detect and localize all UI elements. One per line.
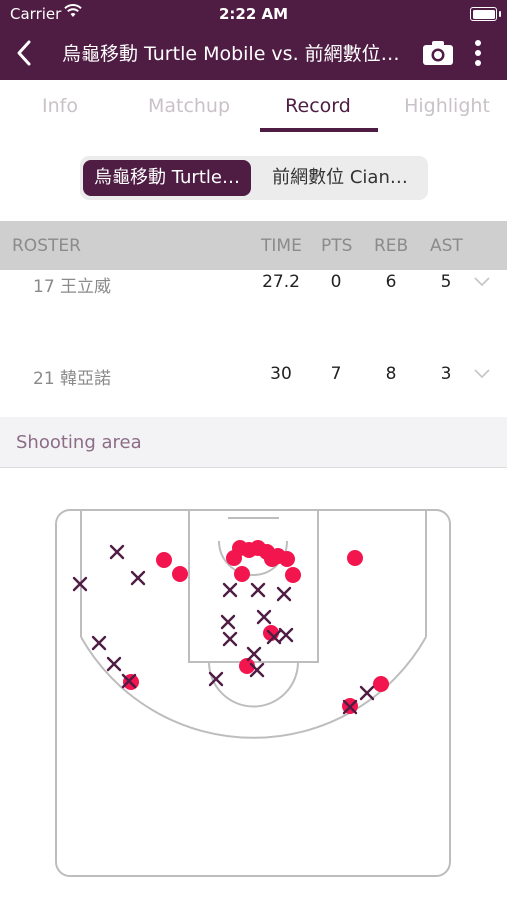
missed-shot-marker (220, 614, 236, 630)
page-title: 烏龜移動 Turtle Mobile vs. 前網數位… (62, 43, 400, 65)
tab-info[interactable]: Info (0, 95, 120, 117)
back-chevron-icon[interactable] (10, 38, 40, 68)
app-header: Carrier 2:22 AM 烏龜移動 Turtle Mobile vs. 前… (0, 0, 507, 80)
tab-active-indicator (260, 128, 378, 132)
status-time: 2:22 AM (218, 5, 289, 23)
team-segment-control: 烏龜移動 Turtle… 前網數位 Cian… (80, 156, 428, 200)
player-name: 17 王立威 (33, 277, 112, 297)
made-shot-marker (264, 551, 280, 567)
battery-icon (470, 7, 501, 21)
team-segment-home[interactable]: 烏龜移動 Turtle… (83, 160, 251, 196)
made-shot-marker (172, 566, 188, 582)
missed-shot-marker (130, 570, 146, 586)
tab-matchup[interactable]: Matchup (129, 95, 249, 117)
status-bar: Carrier 2:22 AM (0, 0, 507, 28)
missed-shot-marker (246, 646, 262, 662)
missed-shot-marker (91, 635, 107, 651)
missed-shot-marker (276, 586, 292, 602)
player-time: 30 (270, 364, 292, 384)
made-shot-marker (373, 676, 389, 692)
roster-col-time: TIME (261, 236, 302, 256)
missed-shot-marker (109, 544, 125, 560)
shooting-area-title: Shooting area (16, 432, 142, 453)
missed-shot-marker (250, 582, 266, 598)
missed-shot-marker (256, 609, 272, 625)
chevron-down-icon[interactable] (473, 364, 491, 384)
player-ast: 3 (440, 364, 452, 384)
roster-col-reb: REB (374, 236, 409, 256)
player-reb: 6 (385, 272, 397, 292)
made-shot-marker (234, 566, 250, 582)
made-shot-marker (226, 550, 242, 566)
missed-shot-marker (106, 656, 122, 672)
nav-bar: 烏龜移動 Turtle Mobile vs. 前網數位… (0, 28, 507, 80)
made-shot-marker (285, 567, 301, 583)
roster-row[interactable]: 17 王立威 27.2 0 6 5 (0, 272, 507, 312)
camera-icon[interactable] (421, 39, 455, 67)
team-segment-away[interactable]: 前網數位 Cian… (256, 160, 424, 196)
made-shot-marker (156, 552, 172, 568)
roster-col-pts: PTS (321, 236, 353, 256)
roster-row[interactable]: 21 韓亞諾 30 7 8 3 (0, 364, 507, 404)
more-vertical-icon[interactable] (470, 38, 486, 68)
made-shot-marker (279, 551, 295, 567)
chevron-down-icon[interactable] (473, 272, 491, 292)
player-pts: 0 (330, 272, 342, 292)
roster-col-ast: AST (430, 236, 463, 256)
tab-highlight[interactable]: Highlight (387, 95, 507, 117)
shooting-area-section: Shooting area (0, 417, 507, 468)
player-pts: 7 (330, 364, 342, 384)
missed-shot-marker (222, 631, 238, 647)
tab-record[interactable]: Record (258, 95, 378, 117)
tab-bar: Info Matchup Record Highlight (0, 80, 507, 135)
player-ast: 5 (440, 272, 452, 292)
roster-col-roster: ROSTER (12, 236, 81, 256)
player-time: 27.2 (262, 272, 300, 292)
player-reb: 8 (385, 364, 397, 384)
roster-header: ROSTER TIME PTS REB AST (0, 221, 507, 270)
shot-chart (55, 509, 451, 877)
court-lines (55, 509, 451, 877)
missed-shot-marker (222, 582, 238, 598)
player-name: 21 韓亞諾 (33, 369, 112, 389)
missed-shot-marker (278, 627, 294, 643)
made-shot-marker (347, 550, 363, 566)
missed-shot-marker (359, 685, 375, 701)
